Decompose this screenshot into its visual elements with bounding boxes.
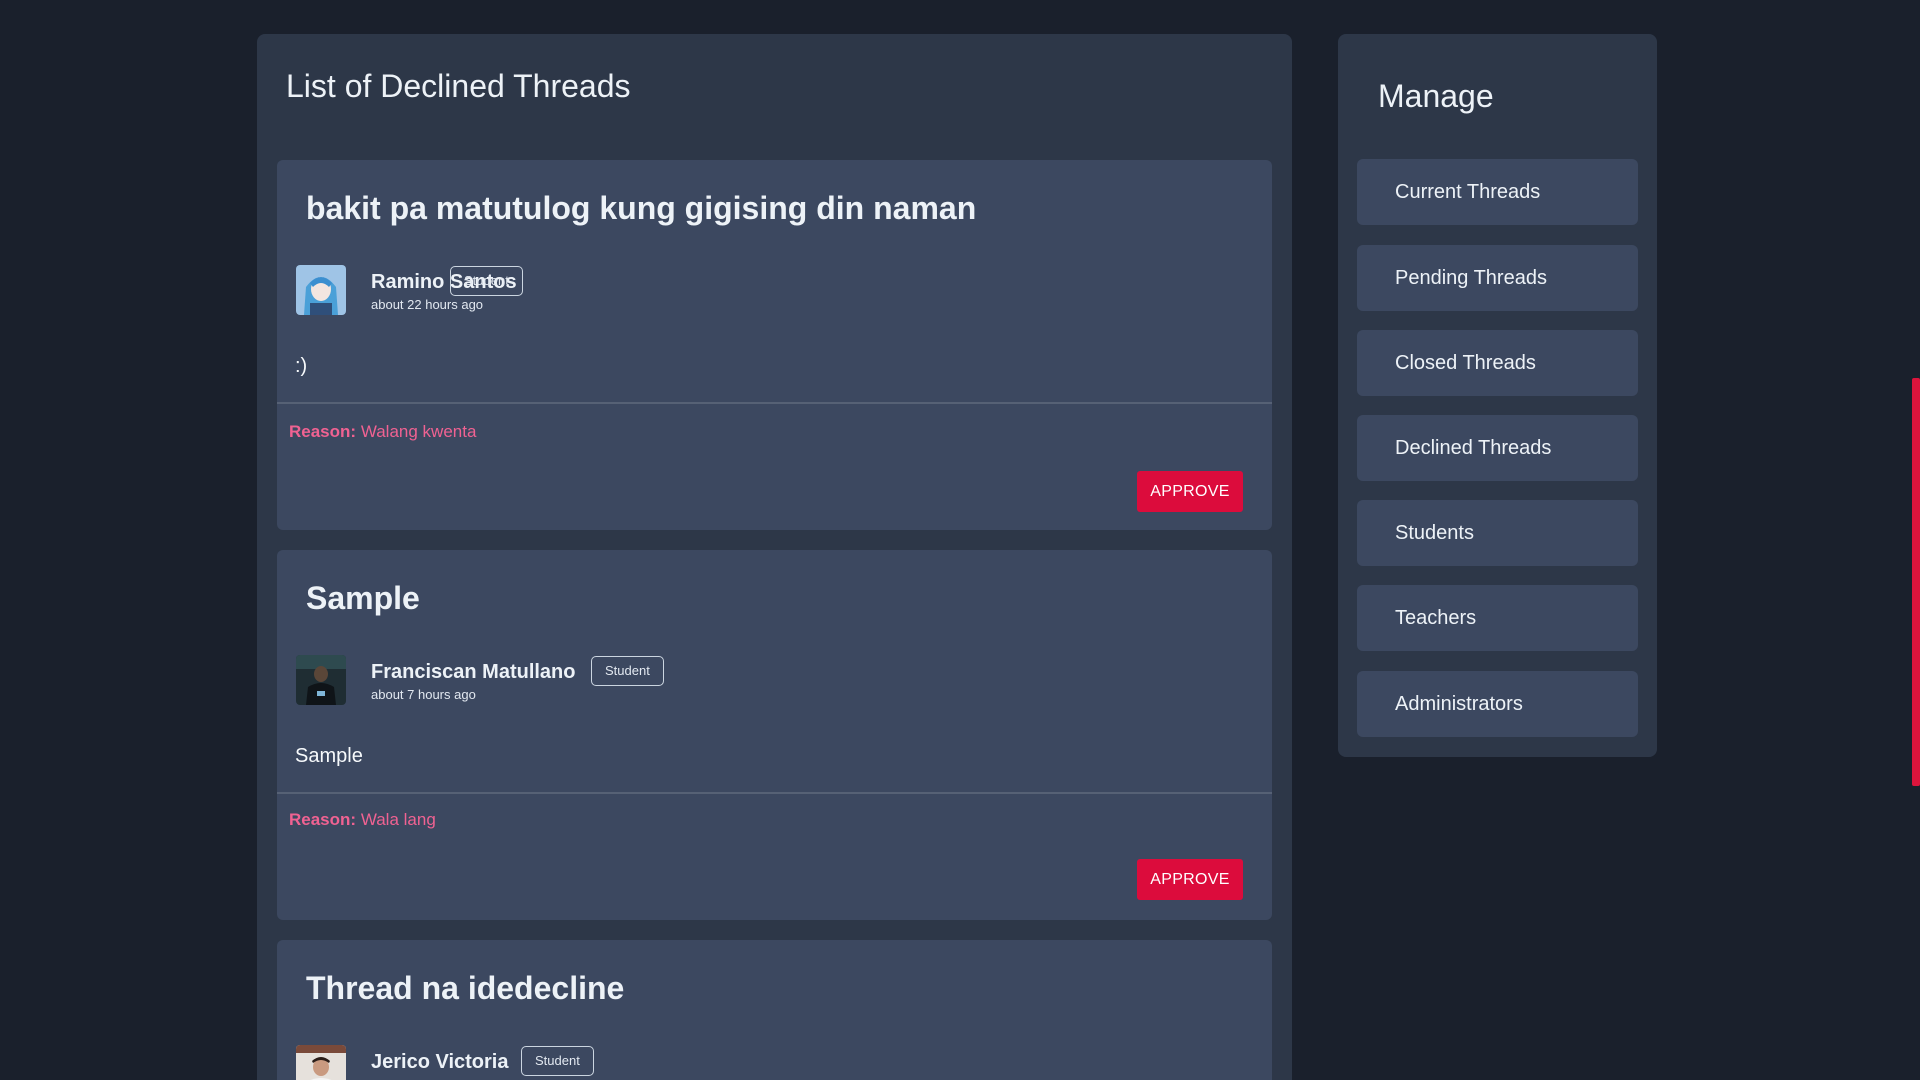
nav-current-threads[interactable]: Current Threads: [1357, 159, 1638, 225]
decline-reason: Reason: Wala lang: [289, 810, 436, 830]
reason-label: Reason:: [289, 810, 357, 829]
author-name[interactable]: Franciscan Matullano: [371, 661, 576, 684]
thread-title[interactable]: Sample: [306, 580, 420, 617]
role-badge: Student: [591, 656, 664, 686]
thread-title[interactable]: bakit pa matutulog kung gigising din nam…: [306, 190, 976, 227]
manage-sidebar: Manage Current Threads Pending Threads C…: [1338, 34, 1657, 757]
declined-threads-panel: List of Declined Threads bakit pa matutu…: [257, 34, 1292, 1080]
scrollbar-thumb[interactable]: [1912, 378, 1920, 786]
thread-body: :): [295, 355, 308, 377]
decline-reason: Reason: Walang kwenta: [289, 422, 476, 442]
reason-label: Reason:: [289, 422, 357, 441]
reason-text: Wala lang: [360, 810, 436, 829]
approve-button[interactable]: APPROVE: [1137, 859, 1243, 900]
nav-administrators[interactable]: Administrators: [1357, 671, 1638, 737]
thread-card: Sample Franciscan Matullano Student abou…: [277, 550, 1272, 920]
page: List of Declined Threads bakit pa matutu…: [0, 0, 1920, 1080]
nav-students[interactable]: Students: [1357, 500, 1638, 566]
post-time: about 7 hours ago: [371, 687, 476, 702]
nav-closed-threads[interactable]: Closed Threads: [1357, 330, 1638, 396]
avatar: [296, 655, 346, 705]
thread-card: bakit pa matutulog kung gigising din nam…: [277, 160, 1272, 530]
role-badge: Student: [521, 1046, 594, 1076]
thread-body: Sample: [295, 745, 363, 767]
page-title: List of Declined Threads: [286, 68, 631, 104]
approve-button[interactable]: APPROVE: [1137, 471, 1243, 512]
divider: [277, 402, 1272, 404]
avatar: [296, 1045, 346, 1080]
reason-text: Walang kwenta: [360, 422, 477, 441]
divider: [277, 792, 1272, 794]
nav-teachers[interactable]: Teachers: [1357, 585, 1638, 651]
avatar: [296, 265, 346, 315]
thread-title[interactable]: Thread na idedecline: [306, 970, 624, 1007]
author-name[interactable]: Jerico Victoria: [371, 1051, 508, 1074]
nav-pending-threads[interactable]: Pending Threads: [1357, 245, 1638, 311]
thread-card: Thread na idedecline Jerico Victoria Stu…: [277, 940, 1272, 1080]
role-badge: Student: [450, 266, 523, 296]
nav-declined-threads[interactable]: Declined Threads: [1357, 415, 1638, 481]
post-time: about 22 hours ago: [371, 297, 484, 312]
sidebar-title: Manage: [1378, 78, 1494, 114]
